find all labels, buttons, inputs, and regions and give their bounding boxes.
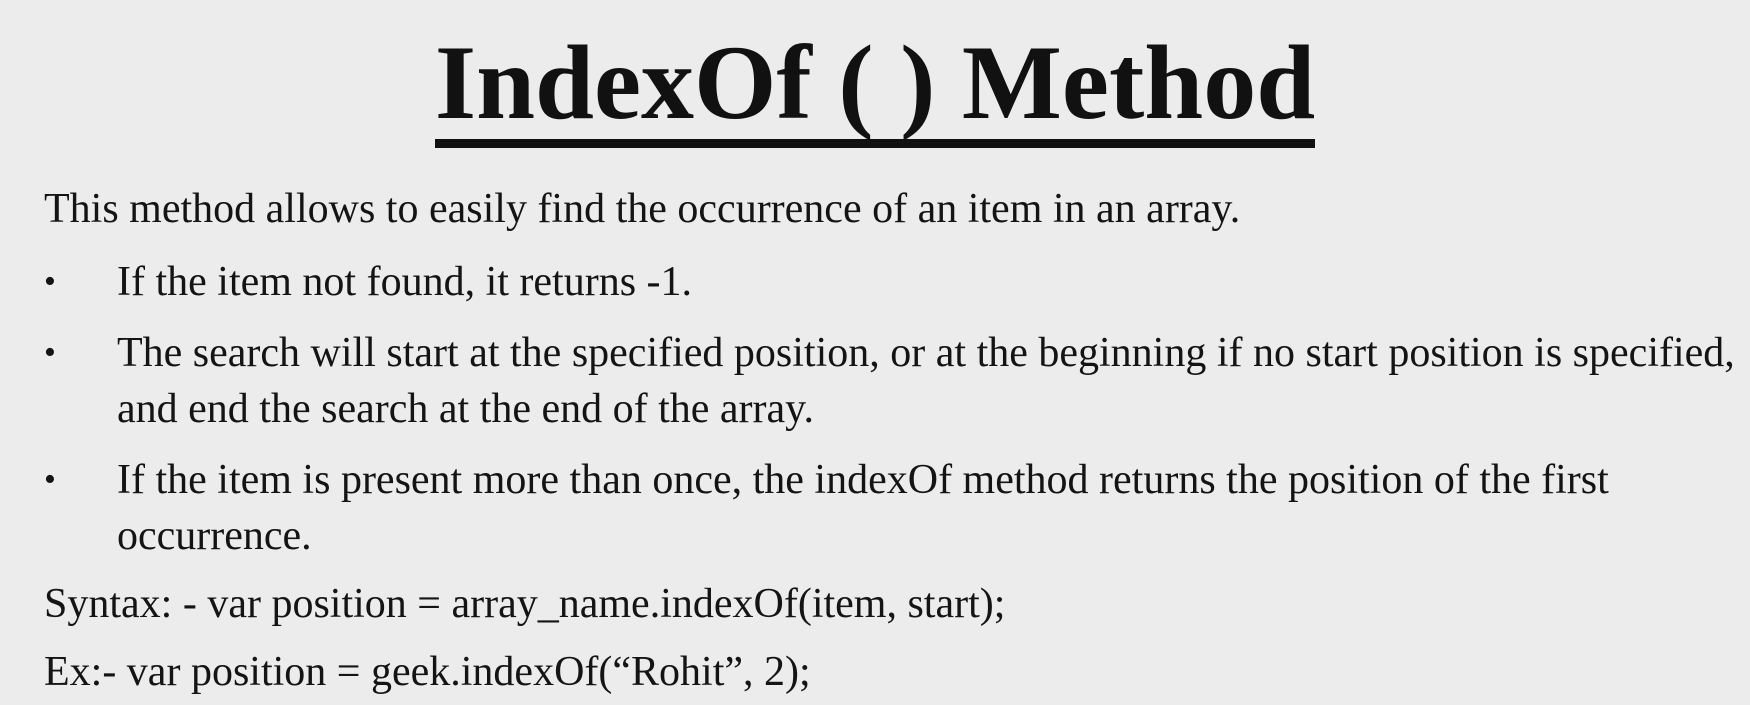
bullet-text: If the item is present more than once, t…: [117, 457, 1609, 559]
example-line: Ex:- var position = geek.indexOf(“Rohit”…: [44, 649, 811, 695]
slide-title: IndexOf ( ) Method: [0, 28, 1750, 148]
syntax-line: Syntax: - var position = array_name.inde…: [44, 581, 1006, 627]
slide-title-text: IndexOf ( ) Method: [434, 29, 1316, 148]
bullet-icon: •: [44, 263, 56, 300]
slide: IndexOf ( ) Method This method allows to…: [0, 0, 1750, 705]
bullet-item: • If the item not found, it returns -1.: [44, 254, 1744, 310]
bullet-text: The search will start at the specified p…: [117, 330, 1735, 432]
bullet-icon: •: [44, 461, 56, 498]
bullet-item: • The search will start at the specified…: [44, 325, 1744, 437]
bullet-text: If the item not found, it returns -1.: [117, 259, 693, 305]
bullet-icon: •: [44, 334, 56, 371]
intro-text: This method allows to easily find the oc…: [44, 186, 1241, 232]
bullet-list: • If the item not found, it returns -1. …: [44, 254, 1744, 579]
bullet-item: • If the item is present more than once,…: [44, 452, 1744, 564]
